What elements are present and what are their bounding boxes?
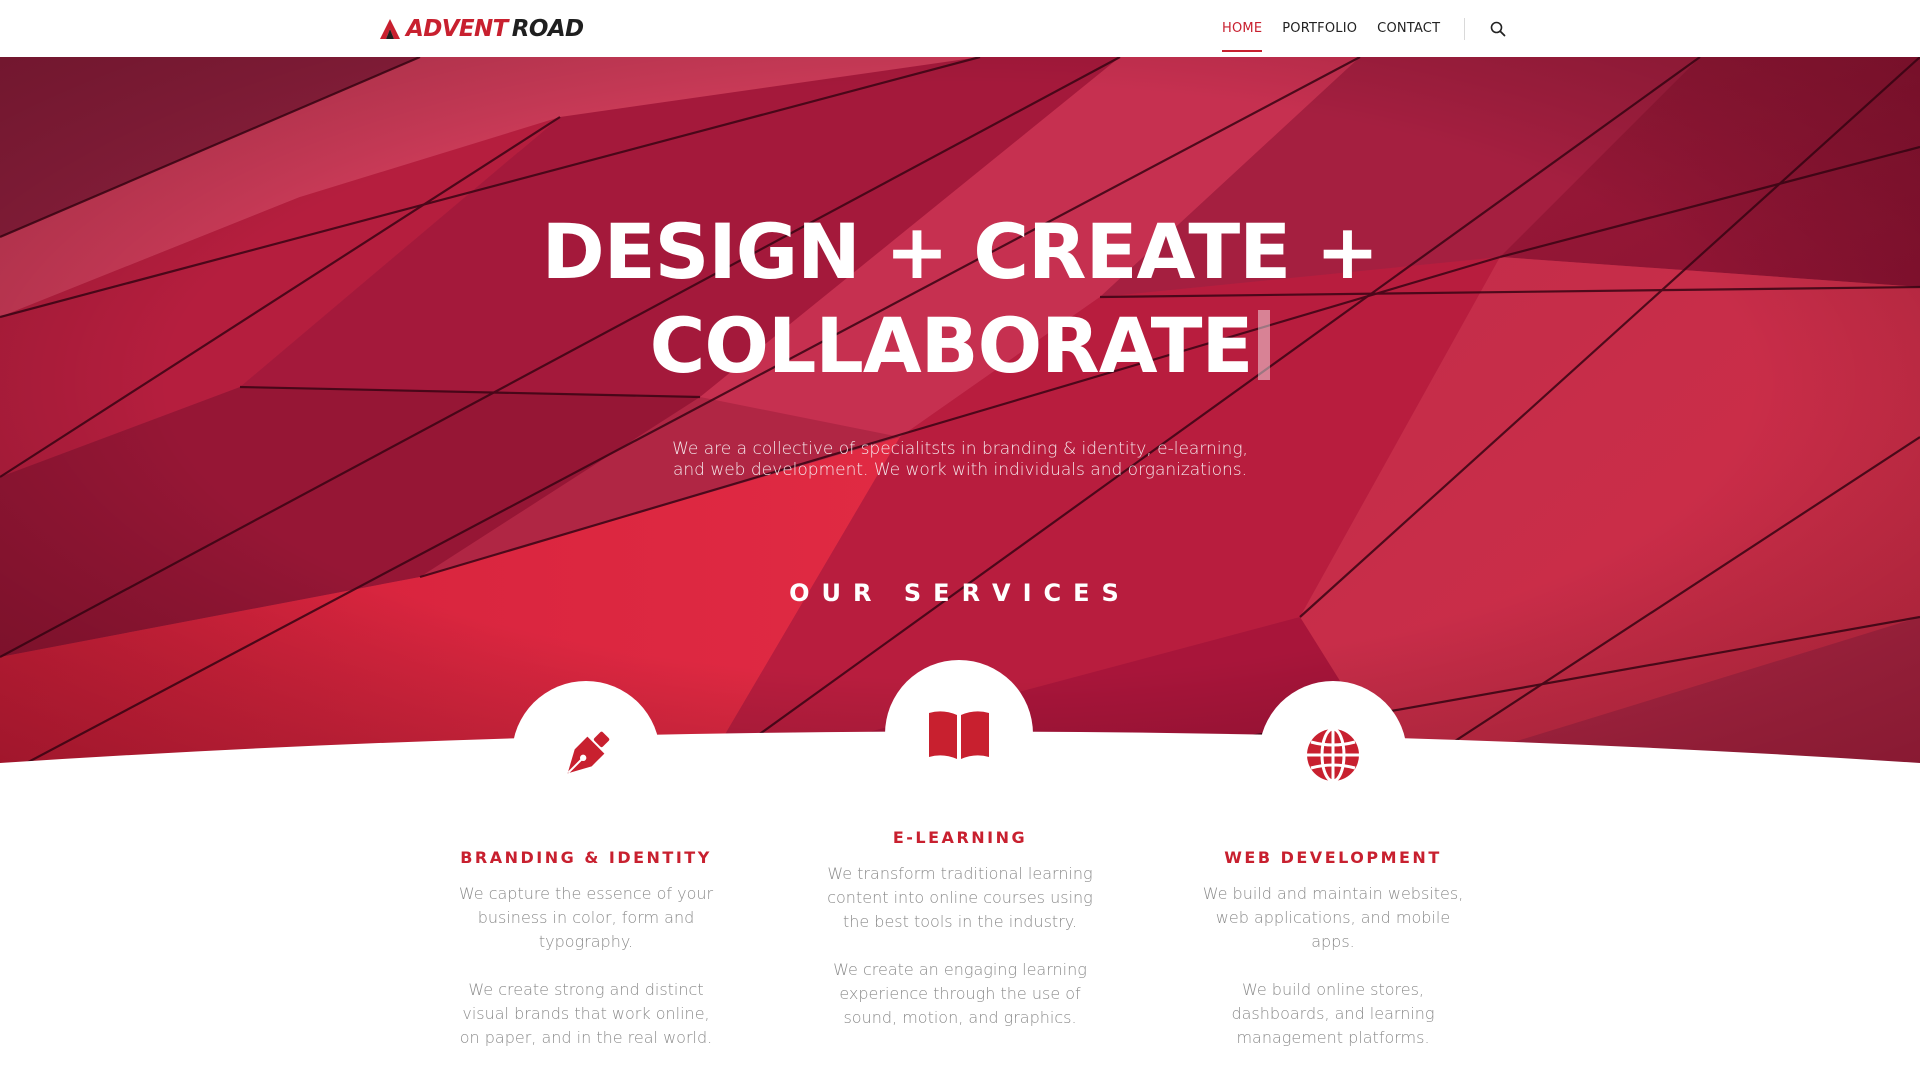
service-webdev-para2: We build online stores, dashboards, and … — [1231, 980, 1435, 1047]
hero-title-line2: COLLABORATE — [649, 301, 1254, 390]
logo-text: ADVENT ROAD — [406, 15, 584, 42]
logo-mark-icon — [380, 19, 400, 39]
globe-icon — [1307, 727, 1359, 783]
main-nav: HOME PORTFOLIO CONTACT — [1222, 0, 1509, 57]
hero-subtitle: We are a collective of specialitsts in b… — [660, 439, 1260, 481]
hero-title-line1: DESIGN + CREATE + — [541, 207, 1380, 296]
nav-portfolio[interactable]: PORTFOLIO — [1282, 15, 1357, 42]
service-webdev-para1: We build and maintain websites, web appl… — [1202, 884, 1464, 951]
service-elearning-para2: We create an engaging learning experienc… — [833, 960, 1087, 1027]
service-title-branding: BRANDING & IDENTITY — [460, 848, 712, 867]
nav-home[interactable]: HOME — [1222, 15, 1263, 52]
open-book-icon — [929, 711, 989, 759]
hero-title: DESIGN + CREATE + COLLABORATE — [0, 205, 1920, 393]
site-header: ADVENT ROAD HOME PORTFOLIO CONTACT — [0, 0, 1920, 57]
logo-word-advent: ADVENT — [406, 15, 508, 42]
typing-cursor — [1258, 310, 1271, 380]
service-elearning-para1: We transform traditional learning conten… — [827, 864, 1093, 931]
service-title-webdev: WEB DEVELOPMENT — [1224, 848, 1442, 867]
service-text-elearning: We transform traditional learning conten… — [825, 862, 1095, 1030]
service-text-branding: We capture the essence of your business … — [451, 882, 721, 1050]
nav-divider — [1464, 17, 1466, 40]
service-branding-para2: We create strong and distinct visual bra… — [459, 980, 713, 1047]
service-icon-circle-branding — [512, 681, 660, 829]
search-button[interactable] — [1487, 18, 1509, 40]
hero-subtitle-line1: We are a collective of specialitsts in b… — [672, 439, 1248, 459]
service-icon-circle-elearning — [885, 660, 1033, 808]
service-title-elearning: E-LEARNING — [892, 828, 1028, 847]
services-heading: OUR SERVICES — [789, 579, 1131, 607]
service-icon-circle-webdev — [1259, 681, 1407, 829]
nav-contact[interactable]: CONTACT — [1377, 15, 1440, 42]
search-icon — [1490, 21, 1506, 36]
service-branding-para1: We capture the essence of your business … — [458, 884, 714, 951]
logo-word-road: ROAD — [511, 15, 584, 42]
hero-subtitle-line2: and web development. We work with indivi… — [672, 460, 1248, 480]
pen-nib-icon — [567, 731, 610, 774]
service-text-webdev: We build and maintain websites, web appl… — [1198, 882, 1468, 1050]
site-logo[interactable]: ADVENT ROAD — [379, 15, 584, 43]
